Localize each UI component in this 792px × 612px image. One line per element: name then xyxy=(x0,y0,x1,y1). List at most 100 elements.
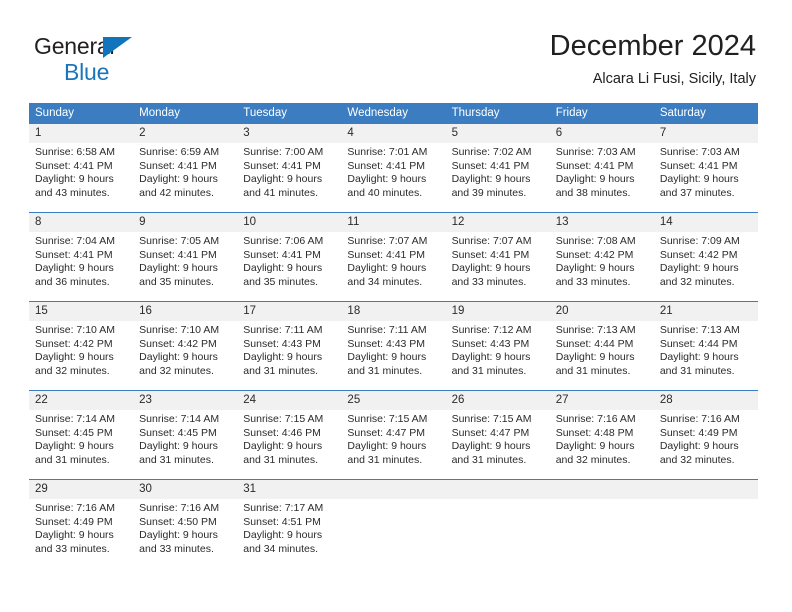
day-number[interactable]: 7 xyxy=(654,124,758,143)
day-cell[interactable]: Sunrise: 7:06 AM Sunset: 4:41 PM Daylight:… xyxy=(237,232,341,301)
day-number[interactable]: 20 xyxy=(550,302,654,321)
day-cell[interactable]: Sunrise: 7:16 AM Sunset: 4:49 PM Daylight:… xyxy=(654,410,758,479)
calendar-week-row: 15 16 17 18 19 20 21 Sunrise: 7:10 AM Sunset: 4:… xyxy=(29,301,758,390)
day-number[interactable]: 25 xyxy=(341,391,445,410)
day-cell[interactable]: Sunrise: 7:16 AM Sunset: 4:48 PM Daylight:… xyxy=(550,410,654,479)
sunrise-text: Sunrise: 7:04 AM xyxy=(35,235,115,247)
day-number[interactable]: 24 xyxy=(237,391,341,410)
daylight-line2-text: and 33 minutes. xyxy=(555,275,631,288)
sunrise-text: Sunrise: 7:10 AM xyxy=(139,324,220,336)
day-number[interactable]: 8 xyxy=(29,213,133,232)
calendar-week-row: 8 9 10 11 12 13 14 Sunrise: 7:04 AM Sunset: 4:41… xyxy=(29,212,758,301)
sunset-text: Sunset: 4:41 PM xyxy=(243,248,321,261)
daylight-line1-text: Daylight: 9 hours xyxy=(659,262,739,275)
day-number[interactable]: 29 xyxy=(29,480,133,499)
day-cell[interactable]: Sunrise: 7:07 AM Sunset: 4:41 PM Daylight:… xyxy=(341,232,445,301)
sunset-text: Sunset: 4:49 PM xyxy=(35,515,113,528)
day-header-friday: Friday xyxy=(555,107,588,119)
daylight-line1-text: Daylight: 9 hours xyxy=(659,351,739,364)
day-number[interactable]: 5 xyxy=(446,124,550,143)
sunrise-text: Sunrise: 7:02 AM xyxy=(451,146,532,158)
day-number[interactable]: 11 xyxy=(341,213,445,232)
day-number[interactable]: 30 xyxy=(133,480,237,499)
day-cell[interactable]: Sunrise: 7:03 AM Sunset: 4:41 PM Daylight:… xyxy=(654,143,758,212)
daylight-line2-text: and 37 minutes. xyxy=(659,186,735,199)
day-number[interactable]: 26 xyxy=(446,391,550,410)
day-number[interactable]: 12 xyxy=(446,213,550,232)
day-number[interactable]: 15 xyxy=(29,302,133,321)
day-cell-empty xyxy=(341,499,445,568)
daylight-line2-text: and 40 minutes. xyxy=(347,186,423,199)
sunrise-text: Sunrise: 7:15 AM xyxy=(347,413,428,425)
daylight-line1-text: Daylight: 9 hours xyxy=(451,351,531,364)
day-cell[interactable]: Sunrise: 6:59 AM Sunset: 4:41 PM Daylight:… xyxy=(133,143,237,212)
day-header-monday: Monday xyxy=(139,107,181,119)
day-cell[interactable]: Sunrise: 7:05 AM Sunset: 4:41 PM Daylight:… xyxy=(133,232,237,301)
daylight-line1-text: Daylight: 9 hours xyxy=(139,351,218,364)
daylight-line1-text: Daylight: 9 hours xyxy=(243,529,323,542)
sunrise-text: Sunrise: 7:08 AM xyxy=(555,235,636,247)
day-cell[interactable]: Sunrise: 7:01 AM Sunset: 4:41 PM Daylight:… xyxy=(341,143,445,212)
day-number[interactable]: 1 xyxy=(29,124,133,143)
day-number[interactable]: 4 xyxy=(341,124,445,143)
sunset-text: Sunset: 4:41 PM xyxy=(347,248,426,261)
day-cell[interactable]: Sunrise: 7:10 AM Sunset: 4:42 PM Daylight:… xyxy=(29,321,133,390)
daylight-line2-text: and 31 minutes. xyxy=(243,364,318,377)
day-cell[interactable]: Sunrise: 7:13 AM Sunset: 4:44 PM Daylight:… xyxy=(550,321,654,390)
day-cell[interactable]: Sunrise: 7:13 AM Sunset: 4:44 PM Daylight:… xyxy=(654,321,758,390)
day-number[interactable]: 28 xyxy=(654,391,758,410)
day-cell[interactable]: Sunrise: 7:09 AM Sunset: 4:42 PM Daylight:… xyxy=(654,232,758,301)
week-detail-band: Sunrise: 7:04 AM Sunset: 4:41 PM Daylight:… xyxy=(29,232,758,301)
sunrise-text: Sunrise: 7:07 AM xyxy=(347,235,428,247)
day-number[interactable]: 31 xyxy=(237,480,341,499)
day-cell[interactable]: Sunrise: 7:11 AM Sunset: 4:43 PM Daylight:… xyxy=(341,321,445,390)
sunset-text: Sunset: 4:43 PM xyxy=(451,337,530,350)
day-number[interactable]: 2 xyxy=(133,124,237,143)
day-number[interactable]: 23 xyxy=(133,391,237,410)
daylight-line2-text: and 31 minutes. xyxy=(451,453,527,466)
day-cell[interactable]: Sunrise: 7:00 AM Sunset: 4:41 PM Daylight:… xyxy=(237,143,341,212)
day-cell[interactable]: Sunrise: 7:11 AM Sunset: 4:43 PM Daylight:… xyxy=(237,321,341,390)
sunrise-text: Sunrise: 6:58 AM xyxy=(35,146,115,158)
day-cell[interactable]: Sunrise: 7:15 AM Sunset: 4:47 PM Daylight:… xyxy=(446,410,550,479)
day-cell[interactable]: Sunrise: 7:17 AM Sunset: 4:51 PM Daylight:… xyxy=(237,499,341,568)
day-cell[interactable]: Sunrise: 7:10 AM Sunset: 4:42 PM Daylight:… xyxy=(133,321,237,390)
day-cell[interactable]: Sunrise: 6:58 AM Sunset: 4:41 PM Daylight:… xyxy=(29,143,133,212)
sunrise-text: Sunrise: 7:00 AM xyxy=(243,146,324,158)
sunset-text: Sunset: 4:41 PM xyxy=(451,159,530,172)
sunrise-text: Sunrise: 7:11 AM xyxy=(243,324,323,336)
day-number[interactable]: 22 xyxy=(29,391,133,410)
day-cell[interactable]: Sunrise: 7:16 AM Sunset: 4:50 PM Daylight:… xyxy=(133,499,237,568)
sunrise-text: Sunrise: 7:13 AM xyxy=(659,324,740,336)
day-number[interactable]: 19 xyxy=(446,302,550,321)
day-number-empty xyxy=(446,480,550,499)
day-cell[interactable]: Sunrise: 7:03 AM Sunset: 4:41 PM Daylight:… xyxy=(550,143,654,212)
daylight-line2-text: and 32 minutes. xyxy=(659,453,735,466)
day-number[interactable]: 14 xyxy=(654,213,758,232)
day-number[interactable]: 3 xyxy=(237,124,341,143)
day-cell[interactable]: Sunrise: 7:07 AM Sunset: 4:41 PM Daylight:… xyxy=(446,232,550,301)
day-cell[interactable]: Sunrise: 7:14 AM Sunset: 4:45 PM Daylight:… xyxy=(29,410,133,479)
day-number[interactable]: 9 xyxy=(133,213,237,232)
day-number[interactable]: 21 xyxy=(654,302,758,321)
day-number[interactable]: 18 xyxy=(341,302,445,321)
sunset-text: Sunset: 4:41 PM xyxy=(347,159,426,172)
day-number[interactable]: 6 xyxy=(550,124,654,143)
day-number[interactable]: 13 xyxy=(550,213,654,232)
day-number[interactable]: 16 xyxy=(133,302,237,321)
sunset-text: Sunset: 4:41 PM xyxy=(659,159,738,172)
week-day-number-band: 8 9 10 11 12 13 14 xyxy=(29,213,758,232)
day-cell[interactable]: Sunrise: 7:12 AM Sunset: 4:43 PM Daylight:… xyxy=(446,321,550,390)
day-number[interactable]: 27 xyxy=(550,391,654,410)
daylight-line2-text: and 42 minutes. xyxy=(139,186,214,199)
day-cell[interactable]: Sunrise: 7:16 AM Sunset: 4:49 PM Daylight:… xyxy=(29,499,133,568)
day-cell[interactable]: Sunrise: 7:15 AM Sunset: 4:47 PM Daylight:… xyxy=(341,410,445,479)
day-cell[interactable]: Sunrise: 7:04 AM Sunset: 4:41 PM Daylight:… xyxy=(29,232,133,301)
day-number[interactable]: 10 xyxy=(237,213,341,232)
day-cell[interactable]: Sunrise: 7:15 AM Sunset: 4:46 PM Daylight:… xyxy=(237,410,341,479)
day-cell[interactable]: Sunrise: 7:08 AM Sunset: 4:42 PM Daylight:… xyxy=(550,232,654,301)
day-cell[interactable]: Sunrise: 7:02 AM Sunset: 4:41 PM Daylight:… xyxy=(446,143,550,212)
day-number[interactable]: 17 xyxy=(237,302,341,321)
day-cell[interactable]: Sunrise: 7:14 AM Sunset: 4:45 PM Daylight:… xyxy=(133,410,237,479)
sunrise-text: Sunrise: 7:03 AM xyxy=(659,146,740,158)
